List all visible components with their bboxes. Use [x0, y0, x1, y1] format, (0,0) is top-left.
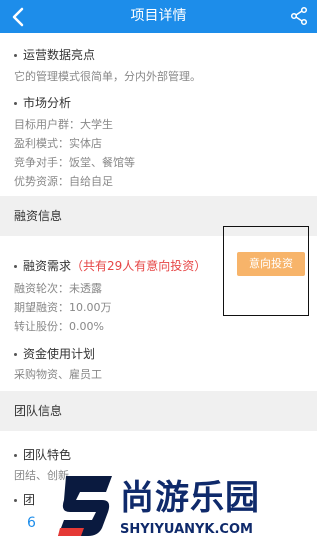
- bullet-dot: [14, 499, 17, 502]
- fund-use-text: 采购物资、雇员工: [14, 368, 102, 381]
- market-profit-model: 盈利模式：实体店: [14, 137, 102, 150]
- financing-equity-share: 转让股份：0.00%: [14, 320, 104, 333]
- watermark: 尚游乐园 SHYIYUANYK.COM: [56, 470, 316, 542]
- bullet-dot: [14, 353, 17, 356]
- bullet-dot: [14, 54, 17, 57]
- watermark-url: SHYIYUANYK.COM: [120, 522, 253, 537]
- market-competitors: 竞争对手：饭堂、餐馆等: [14, 156, 135, 169]
- team-feature-heading: 团队特色: [14, 446, 71, 463]
- market-heading: 市场分析: [14, 94, 71, 111]
- interested-investors-note: （共有29人有意向投资）: [71, 259, 207, 273]
- bullet-dot: [14, 265, 17, 268]
- watermark-logo-icon: [58, 476, 112, 536]
- bullet-dot: [14, 102, 17, 105]
- operations-heading: 运营数据亮点: [14, 46, 95, 63]
- financing-round: 融资轮次：未透露: [14, 282, 102, 295]
- team-member-heading: 团: [14, 491, 35, 508]
- highlight-frame: [223, 226, 309, 316]
- share-icon[interactable]: [289, 6, 309, 26]
- fund-use-heading: 资金使用计划: [14, 345, 95, 362]
- page-title: 项目详情: [130, 8, 187, 24]
- market-target-users: 目标用户群：大学生: [14, 118, 113, 131]
- team-section-header: 团队信息: [0, 391, 317, 431]
- page-number: 6: [27, 515, 36, 531]
- bullet-dot: [14, 454, 17, 457]
- market-advantages: 优势资源：自给自足: [14, 175, 113, 188]
- watermark-text: 尚游乐园: [120, 478, 260, 518]
- financing-need-heading: 融资需求（共有29人有意向投资）: [14, 257, 206, 274]
- top-bar: 项目详情: [0, 0, 317, 33]
- operations-text: 它的管理模式很简单，分内外部管理。: [14, 70, 201, 83]
- financing-expected-amount: 期望融资：10.00万: [14, 301, 112, 314]
